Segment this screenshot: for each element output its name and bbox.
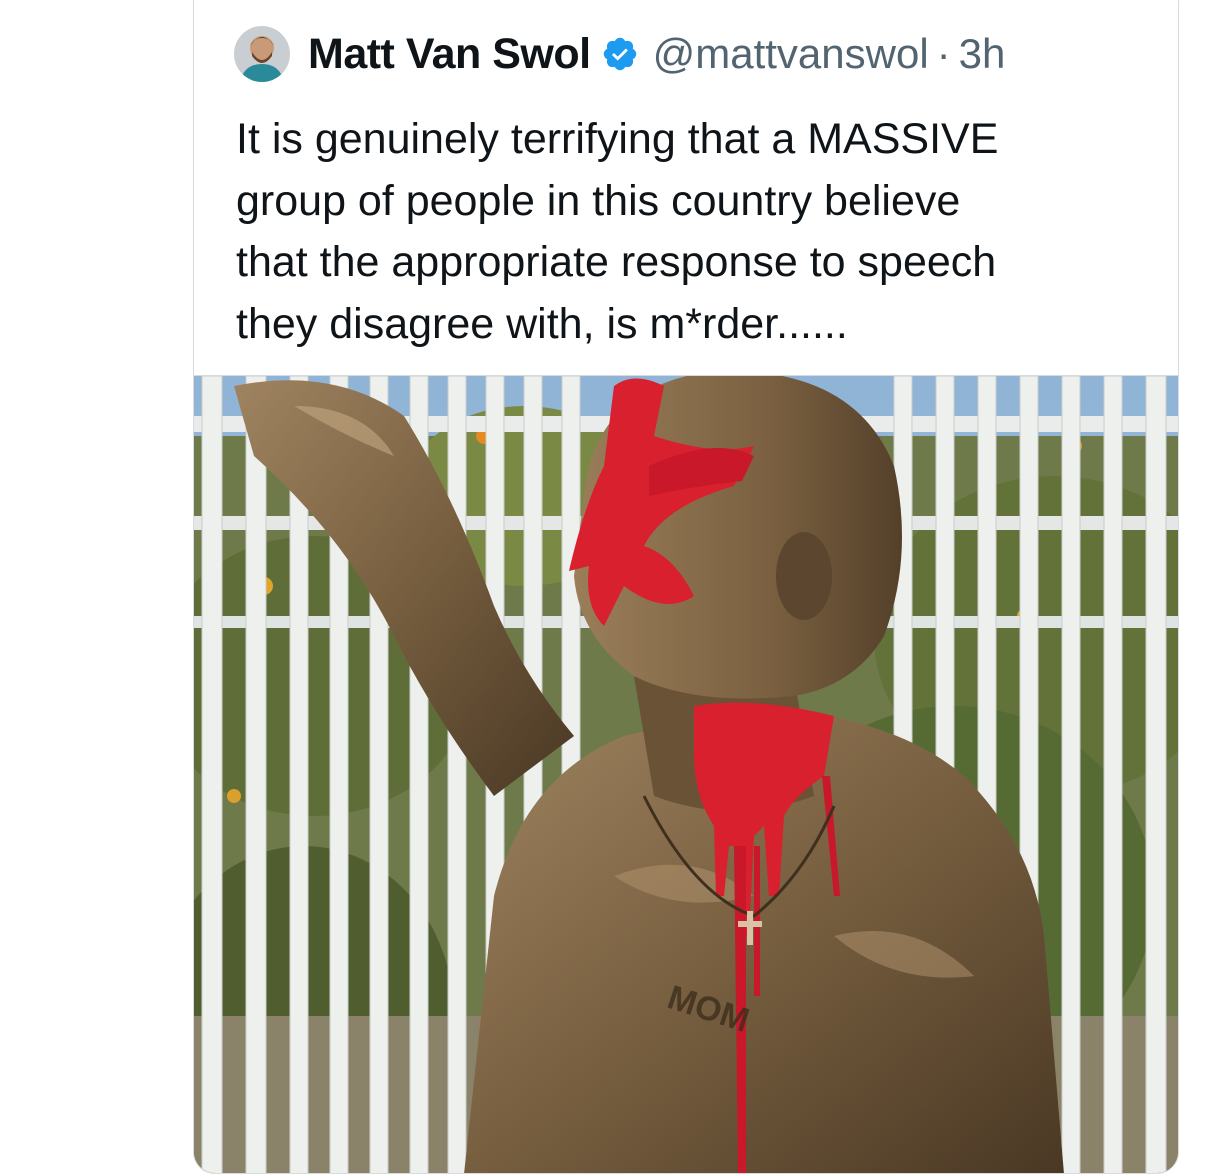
author-avatar[interactable] bbox=[234, 26, 290, 82]
tweet-photo[interactable]: MOM bbox=[194, 375, 1178, 1173]
statue-photo: MOM bbox=[194, 376, 1178, 1173]
tweet-text-line: group of people in this country believe bbox=[236, 176, 961, 225]
tweet-text-line: that the appropriate response to speech bbox=[236, 238, 997, 286]
tweet-text: It is genuinely terrifying that a MASSIV… bbox=[236, 109, 1136, 355]
tweet-text-line: they disagree with, is m*rder...... bbox=[236, 299, 848, 348]
tweet-timestamp[interactable]: 3h bbox=[959, 30, 1006, 78]
author-handle[interactable]: @mattvanswol bbox=[653, 30, 929, 78]
tweet-text-line: It is genuinely terrifying that a MASSIV… bbox=[236, 115, 999, 163]
verified-badge-icon bbox=[601, 35, 639, 73]
tweet-card[interactable]: Matt Van Swol @mattvanswol · 3h It is ge… bbox=[193, 0, 1179, 1174]
tweet-header: Matt Van Swol @mattvanswol · 3h bbox=[234, 19, 1005, 89]
header-separator: · bbox=[936, 30, 951, 77]
author-name[interactable]: Matt Van Swol bbox=[308, 30, 591, 79]
